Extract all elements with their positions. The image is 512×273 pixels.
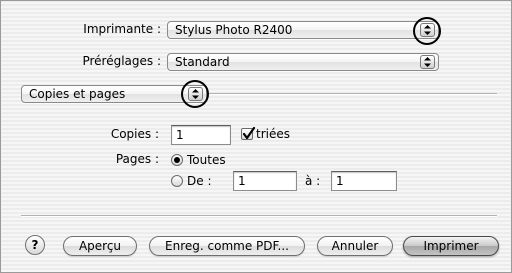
presets-popup-value: Standard [175, 55, 230, 69]
pages-to-field[interactable]: 1 [331, 171, 397, 191]
preview-button[interactable]: Aperçu [63, 236, 137, 256]
printer-popup-value: Stylus Photo R2400 [175, 23, 293, 37]
printer-label: Imprimante : [83, 22, 161, 36]
cancel-button[interactable]: Annuler [317, 236, 393, 256]
print-button[interactable]: Imprimer [403, 236, 499, 256]
copies-field[interactable]: 1 [171, 125, 231, 145]
collate-label[interactable]: triées [256, 127, 290, 141]
highlight-circle [413, 17, 441, 45]
section-popup-value: Copies et pages [29, 87, 126, 101]
bottom-divider [21, 215, 497, 217]
save-as-pdf-button[interactable]: Enreg. comme PDF... [149, 236, 305, 256]
pages-range-radio[interactable] [171, 175, 183, 187]
presets-popup[interactable]: Standard [167, 53, 439, 71]
highlight-circle [181, 80, 209, 108]
checkmark-icon [242, 126, 256, 140]
print-dialog: Imprimante : Stylus Photo R2400 Prérégla… [0, 0, 512, 273]
presets-label: Préréglages : [82, 54, 161, 68]
pages-all-radio[interactable] [171, 154, 183, 166]
printer-popup[interactable]: Stylus Photo R2400 [167, 21, 439, 39]
section-divider [209, 93, 497, 95]
up-down-arrows-icon [420, 55, 435, 69]
radio-dot-icon [174, 157, 180, 163]
collate-checkbox[interactable] [241, 126, 256, 140]
pages-from-field[interactable]: 1 [233, 171, 297, 191]
copies-label: Copies : [110, 127, 159, 141]
help-icon[interactable]: ? [25, 235, 45, 255]
pages-all-label[interactable]: Toutes [187, 153, 226, 167]
pages-label: Pages : [115, 152, 159, 166]
section-popup[interactable]: Copies et pages [21, 85, 207, 103]
pages-to-label: à : [305, 174, 321, 188]
pages-from-label[interactable]: De : [187, 174, 211, 188]
